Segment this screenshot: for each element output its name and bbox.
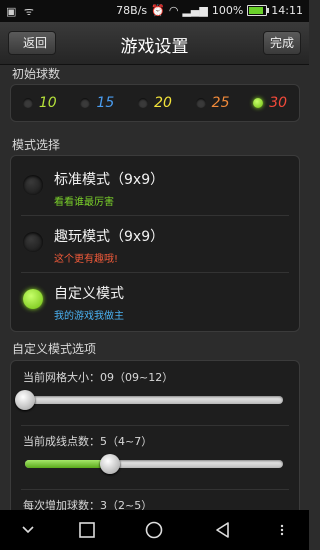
back-icon[interactable]: [213, 520, 233, 540]
radio-selected-icon: [23, 289, 43, 309]
title-bar: 返回 游戏设置 完成: [0, 22, 309, 65]
slider-label: 当前网格大小：09（09~12）: [23, 371, 174, 384]
alarm-icon: ⏰: [151, 4, 165, 17]
section-label-custom: 自定义模式选项: [12, 342, 97, 356]
radio-unselected-icon: [22, 98, 33, 108]
signal-icon: ▂▄▆: [182, 4, 208, 17]
ball-count-panel: 10 15 20 25 30: [10, 84, 300, 122]
ball-count-label: 15: [96, 95, 115, 111]
status-bar: ▣ ᯤ 78B/s ⏰ ◠ ▂▄▆ 100% 14:11: [0, 0, 309, 22]
slider-thumb[interactable]: [15, 390, 35, 410]
notification-icons: ▣ ᯤ: [6, 5, 36, 18]
navigation-bar: [0, 510, 309, 550]
slider-label: 当前成线点数：5（4~7）: [23, 435, 153, 448]
mode-description: 看看谁最厉害: [54, 197, 114, 208]
mode-option[interactable]: 趣玩模式（9x9） 这个更有趣哦!: [11, 216, 299, 271]
section-label-ball-count: 初始球数: [12, 67, 61, 81]
radio-unselected-icon: [138, 98, 149, 108]
more-icon[interactable]: [272, 520, 292, 540]
ball-count-option[interactable]: 25: [184, 95, 242, 111]
mode-name: 自定义模式: [54, 286, 124, 302]
slider-fill: [25, 460, 111, 468]
ball-count-label: 30: [269, 95, 288, 111]
home-icon[interactable]: [144, 520, 164, 540]
done-button[interactable]: 完成: [262, 31, 301, 55]
clock: 14:11: [271, 4, 303, 17]
slider-thumb[interactable]: [100, 454, 121, 474]
mode-option[interactable]: 标准模式（9x9） 看看谁最厉害: [11, 159, 299, 214]
ball-count-option[interactable]: 20: [126, 95, 184, 111]
mode-option[interactable]: 自定义模式我的游戏我做主: [11, 273, 299, 328]
battery-icon: [247, 5, 270, 16]
ball-count-option[interactable]: 10: [11, 95, 69, 111]
radio-selected-icon: [253, 98, 264, 108]
mode-name: 标准模式（9x9）: [54, 172, 165, 188]
slider-track[interactable]: [15, 390, 283, 410]
network-speed: 78B/s: [116, 4, 148, 17]
down-chevron-icon[interactable]: [18, 520, 38, 540]
mode-description: 这个更有趣哦!: [54, 254, 119, 265]
battery-percent: 100%: [211, 4, 244, 17]
radio-unselected-icon: [23, 175, 43, 195]
mode-panel: 标准模式（9x9） 看看谁最厉害趣玩模式（9x9） 这个更有趣哦! 自定义模式我的游戏…: [10, 155, 300, 332]
ball-count-option[interactable]: 15: [69, 95, 127, 111]
divider: [21, 489, 289, 490]
mode-description: 我的游戏我做主: [54, 311, 124, 322]
custom-options-panel: 当前网格大小：09（09~12） 当前成线点数：5（4~7） 每次增加球数：3（2~…: [10, 360, 300, 512]
slider-track[interactable]: [25, 454, 283, 474]
radio-unselected-icon: [23, 232, 43, 252]
ball-count-option[interactable]: 30: [241, 95, 299, 111]
divider: [21, 425, 289, 426]
section-label-mode: 模式选择: [12, 138, 61, 152]
wifi-icon: ◠: [168, 4, 179, 17]
ball-count-label: 25: [211, 95, 230, 111]
ball-count-label: 10: [38, 95, 57, 111]
recent-apps-icon[interactable]: [77, 520, 97, 540]
radio-unselected-icon: [195, 98, 206, 108]
radio-unselected-icon: [80, 98, 91, 108]
ball-count-label: 20: [154, 95, 172, 111]
mode-name: 趣玩模式（9x9）: [54, 229, 165, 245]
